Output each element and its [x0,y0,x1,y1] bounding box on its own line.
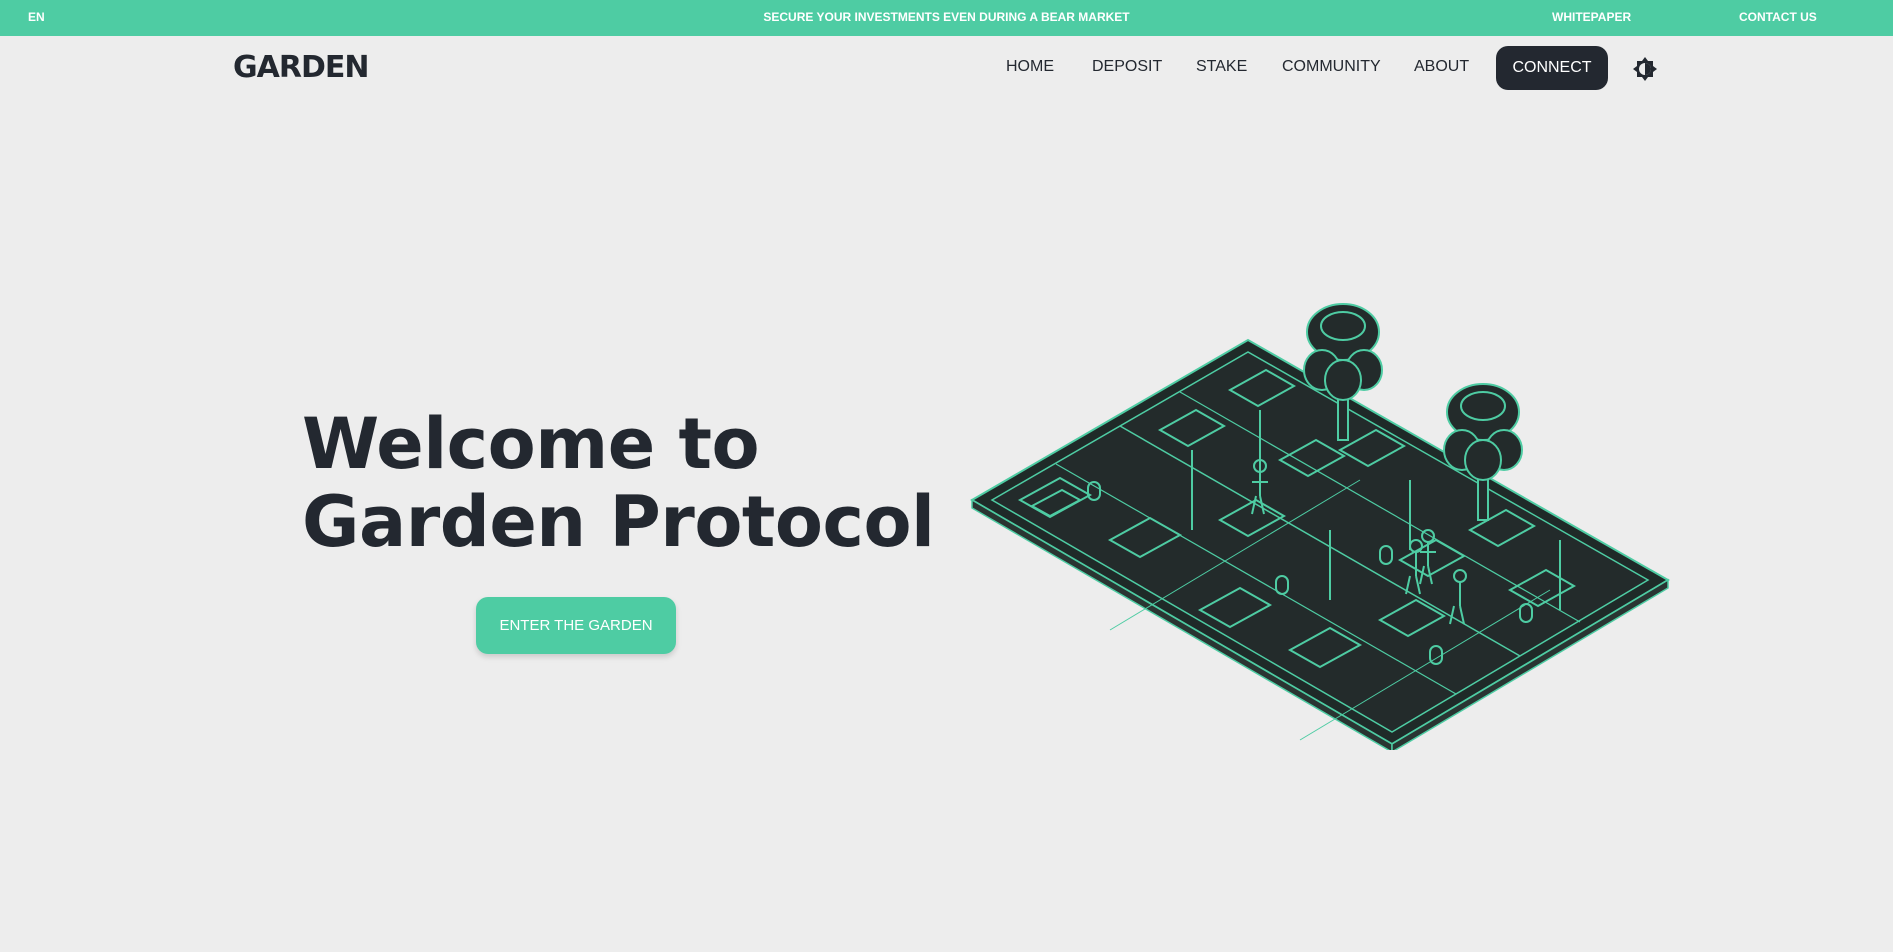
connect-button[interactable]: CONNECT [1496,46,1608,90]
garden-logo[interactable]: GARDEN [233,50,369,85]
nav-community[interactable]: COMMUNITY [1282,58,1381,76]
nav-about[interactable]: ABOUT [1414,58,1469,76]
hero-title-line-1: Welcome to [302,403,760,485]
isometric-garden-illustration [960,300,1680,754]
nav-stake[interactable]: STAKE [1196,58,1247,76]
enter-garden-button[interactable]: ENTER THE GARDEN [476,597,676,654]
contact-us-link[interactable]: CONTACT US [1739,10,1817,24]
nav-home[interactable]: HOME [1006,58,1054,76]
main-navbar: GARDEN HOME DEPOSIT STAKE COMMUNITY ABOU… [0,36,1893,102]
theme-toggle-icon[interactable] [1632,56,1658,82]
whitepaper-link[interactable]: WHITEPAPER [1552,10,1631,24]
hero-title: Welcome to Garden Protocol [302,405,935,561]
hero-title-line-2: Garden Protocol [302,481,935,563]
nav-deposit[interactable]: DEPOSIT [1092,58,1162,76]
announcement-bar: EN SECURE YOUR INVESTMENTS EVEN DURING A… [0,0,1893,36]
